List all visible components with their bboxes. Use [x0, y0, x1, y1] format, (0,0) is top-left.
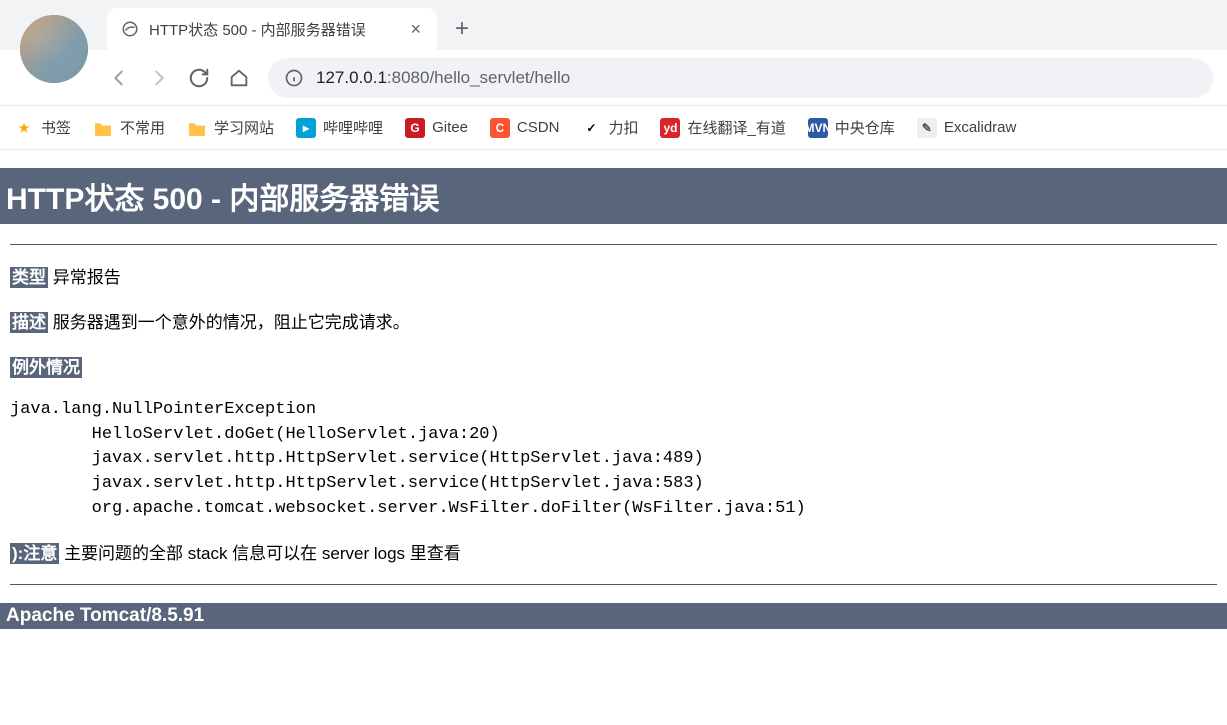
- leetcode-icon: ✓: [581, 118, 601, 138]
- note-row: ):注意 主要问题的全部 stack 信息可以在 server logs 里查看: [0, 539, 1227, 564]
- type-label: 类型: [10, 267, 48, 288]
- bookmark-label: Excalidraw: [944, 119, 1017, 136]
- bookmark-item[interactable]: C CSDN: [490, 118, 560, 138]
- bookmark-label: Gitee: [432, 119, 468, 136]
- folder-icon: [93, 118, 113, 138]
- bookmark-item[interactable]: G Gitee: [405, 118, 468, 138]
- bookmarks-bar: ★ 书签 不常用 学习网站 ▸ 哔哩哔哩 G Gitee C CSDN ✓ 力扣 yd 在线翻译_有道 MV…: [0, 106, 1227, 150]
- url-host: 127.0.0.1: [316, 68, 387, 87]
- page-content: HTTP状态 500 - 内部服务器错误 类型 异常报告 描述 服务器遇到一个意…: [0, 168, 1227, 629]
- bookmark-label: 哔哩哔哩: [323, 117, 383, 138]
- bookmark-item[interactable]: ▸ 哔哩哔哩: [296, 117, 383, 138]
- divider: [10, 244, 1217, 245]
- bookmark-item[interactable]: ✓ 力扣: [581, 117, 638, 138]
- forward-button[interactable]: [148, 67, 170, 89]
- site-info-icon[interactable]: [284, 68, 304, 88]
- tab-title: HTTP状态 500 - 内部服务器错误: [149, 19, 398, 40]
- profile-avatar[interactable]: [20, 15, 88, 83]
- note-value: 主要问题的全部 stack 信息可以在 server logs 里查看: [64, 544, 461, 563]
- bookmark-item[interactable]: 学习网站: [187, 117, 274, 138]
- mvn-icon: MVN: [808, 118, 828, 138]
- bookmark-item[interactable]: ★ 书签: [14, 117, 71, 138]
- bookmark-label: 在线翻译_有道: [687, 117, 785, 138]
- bookmark-label: 不常用: [120, 117, 165, 138]
- address-bar[interactable]: 127.0.0.1:8080/hello_servlet/hello: [268, 58, 1213, 98]
- bookmark-item[interactable]: yd 在线翻译_有道: [660, 117, 785, 138]
- page-favicon-icon: [121, 20, 139, 38]
- csdn-icon: C: [490, 118, 510, 138]
- desc-value: 服务器遇到一个意外的情况，阻止它完成请求。: [53, 313, 410, 332]
- refresh-button[interactable]: [188, 67, 210, 89]
- browser-chrome: HTTP状态 500 - 内部服务器错误 × + 127.0.0.1:8080/…: [0, 0, 1227, 150]
- bookmark-label: CSDN: [517, 119, 560, 136]
- error-title: HTTP状态 500 - 内部服务器错误: [0, 168, 1227, 224]
- folder-icon: [187, 118, 207, 138]
- bookmark-item[interactable]: ✎ Excalidraw: [917, 118, 1017, 138]
- tab-close-icon[interactable]: ×: [408, 19, 423, 40]
- server-footer: Apache Tomcat/8.5.91: [0, 603, 1227, 629]
- url-path: /hello_servlet/hello: [429, 68, 570, 87]
- bookmark-item[interactable]: 不常用: [93, 117, 165, 138]
- bilibili-icon: ▸: [296, 118, 316, 138]
- gitee-icon: G: [405, 118, 425, 138]
- type-value: 异常报告: [53, 268, 121, 287]
- bookmark-label: 学习网站: [214, 117, 274, 138]
- url-text: 127.0.0.1:8080/hello_servlet/hello: [316, 68, 1197, 88]
- tab-bar: HTTP状态 500 - 内部服务器错误 × +: [0, 0, 1227, 50]
- error-desc-row: 描述 服务器遇到一个意外的情况，阻止它完成请求。: [0, 308, 1227, 333]
- home-button[interactable]: [228, 67, 250, 89]
- stacktrace: java.lang.NullPointerException HelloServ…: [0, 398, 1227, 521]
- url-port: :8080: [387, 68, 430, 87]
- bookmark-label: 力扣: [608, 117, 638, 138]
- browser-tab[interactable]: HTTP状态 500 - 内部服务器错误 ×: [107, 8, 437, 50]
- bookmark-item[interactable]: MVN 中央仓库: [808, 117, 895, 138]
- back-button[interactable]: [108, 67, 130, 89]
- error-type-row: 类型 异常报告: [0, 263, 1227, 288]
- excalidraw-icon: ✎: [917, 118, 937, 138]
- bookmark-label: 中央仓库: [835, 117, 895, 138]
- new-tab-button[interactable]: +: [437, 8, 487, 50]
- exception-row: 例外情况: [0, 353, 1227, 378]
- divider: [10, 584, 1217, 585]
- navigation-bar: 127.0.0.1:8080/hello_servlet/hello: [0, 50, 1227, 106]
- star-icon: ★: [14, 118, 34, 138]
- exception-label: 例外情况: [10, 357, 82, 378]
- desc-label: 描述: [10, 312, 48, 333]
- bookmark-label: 书签: [41, 117, 71, 138]
- youdao-icon: yd: [660, 118, 680, 138]
- note-label: ):注意: [10, 543, 59, 564]
